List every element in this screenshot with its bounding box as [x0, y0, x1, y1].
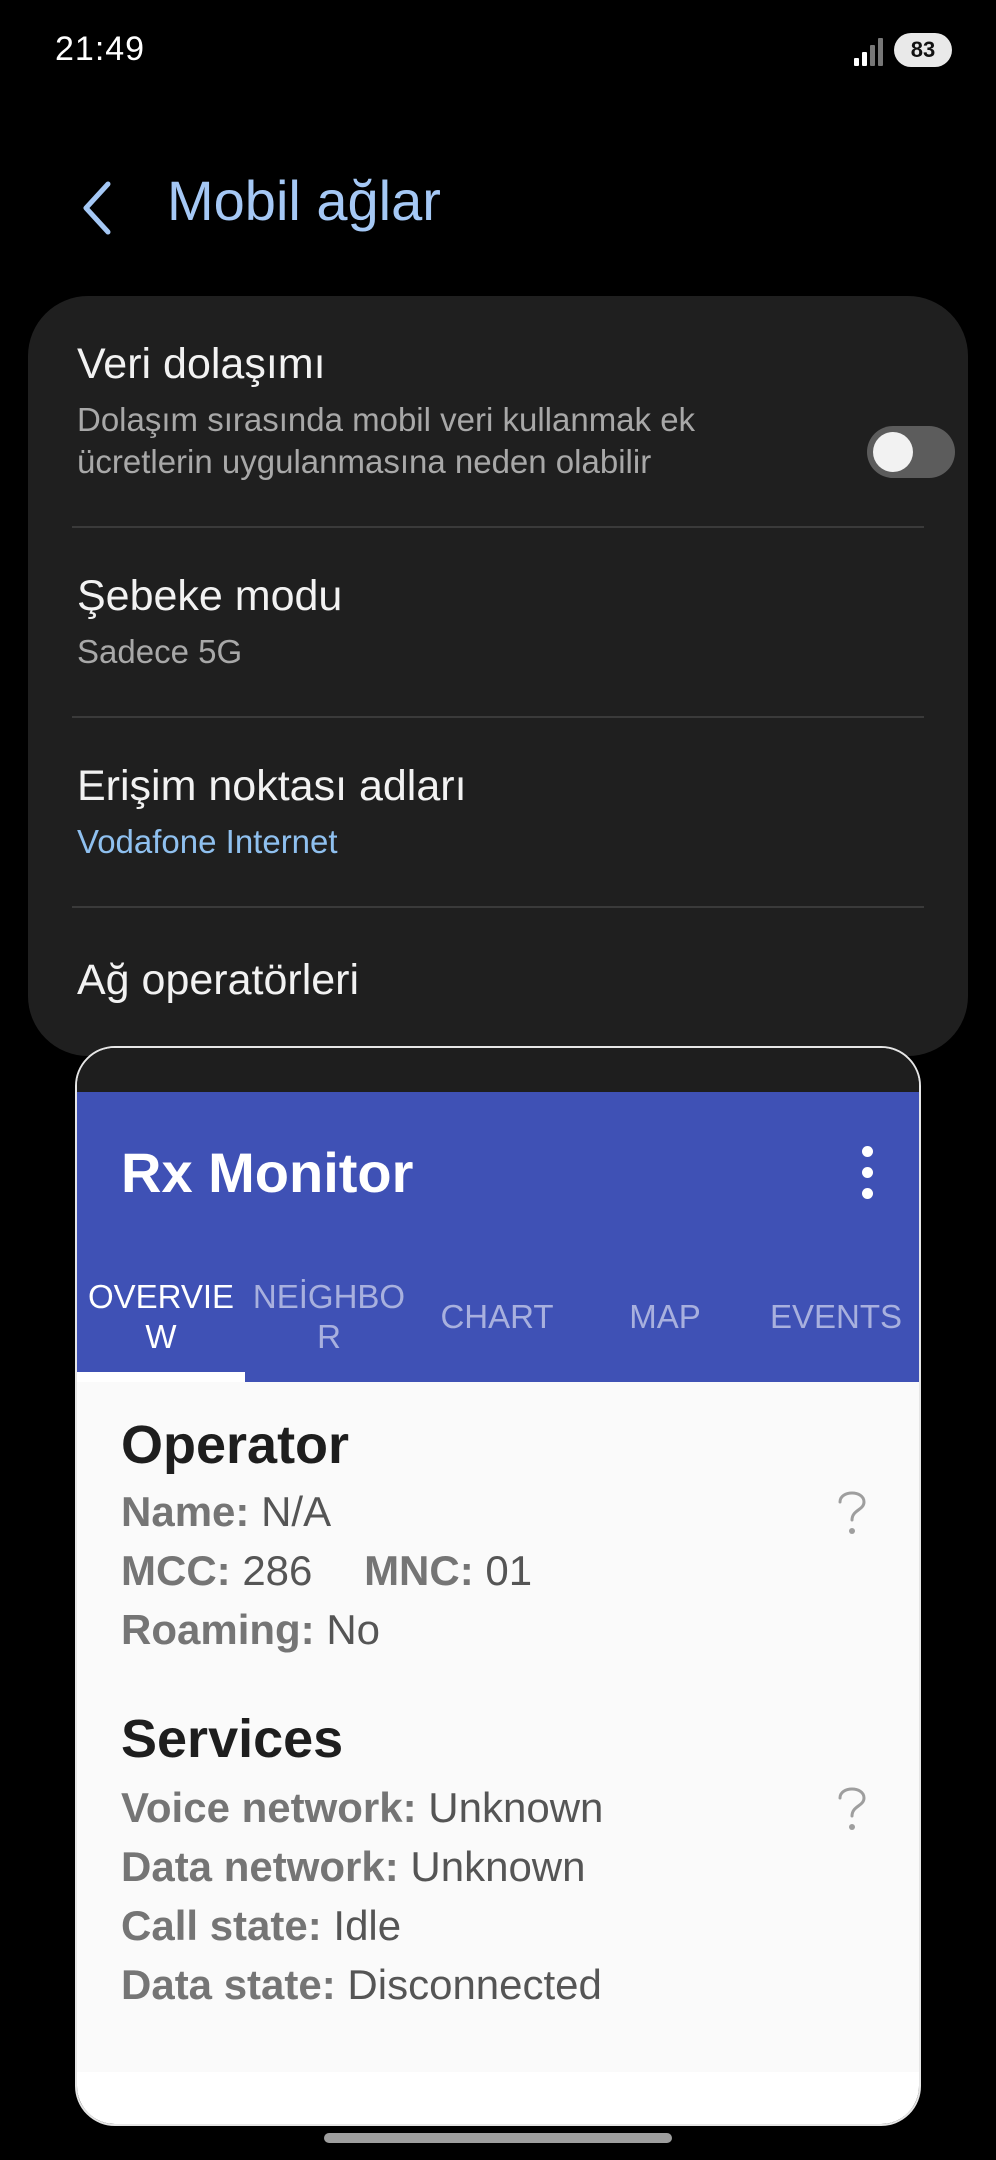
mnc-label: MNC: [364, 1547, 474, 1594]
operator-help-icon[interactable] [834, 1488, 870, 1538]
divider [72, 526, 924, 528]
tab-map-label: MAP [629, 1298, 701, 1335]
operator-name-row: Name: N/A [121, 1488, 331, 1536]
operator-name-label: Name: [121, 1488, 250, 1535]
status-time: 21:49 [55, 30, 146, 68]
network-operators-item[interactable]: Ağ operatörleri [77, 956, 937, 1005]
tab-neighbor-label: NEİGHBO R [252, 1278, 406, 1355]
voice-network-row: Voice network: Unknown [121, 1784, 603, 1832]
data-state-row: Data state: Disconnected [121, 1961, 602, 2009]
network-mode-value: Sadece 5G [77, 633, 243, 670]
tab-chart[interactable]: CHART [413, 1252, 581, 1382]
divider [72, 716, 924, 718]
tab-events-label: EVENTS [769, 1298, 903, 1335]
data-network-value: Unknown [410, 1843, 586, 1890]
rx-title: Rx Monitor [121, 1141, 414, 1204]
rx-app-bar: Rx Monitor [77, 1092, 919, 1252]
data-roaming-title: Veri dolaşımı [77, 340, 326, 388]
page-title: Mobil ağlar [167, 169, 441, 232]
mnc-value: 01 [485, 1547, 533, 1594]
status-bar: 21:49 83 [0, 0, 996, 100]
call-state-value: Idle [333, 1902, 402, 1949]
widget-bottom [77, 2072, 919, 2124]
more-vert-icon[interactable] [855, 1146, 879, 1200]
tab-overview[interactable]: OVERVIE W [77, 1252, 245, 1382]
toggle-knob [873, 432, 913, 472]
tab-chart-label: CHART [440, 1298, 554, 1335]
mcc-label: MCC: [121, 1547, 231, 1594]
voice-network-value: Unknown [428, 1784, 604, 1831]
services-section-title: Services [121, 1709, 344, 1769]
operator-mcc-mnc-row: MCC: 286 MNC: 01 [121, 1547, 532, 1595]
operator-section-title: Operator [121, 1415, 350, 1475]
network-operators-title: Ağ operatörleri [77, 956, 360, 1004]
network-mode-title: Şebeke modu [77, 572, 343, 620]
back-arrow-icon[interactable] [74, 176, 124, 240]
call-state-row: Call state: Idle [121, 1902, 401, 1950]
data-state-label: Data state: [121, 1961, 336, 2008]
data-network-label: Data network: [121, 1843, 399, 1890]
data-roaming-subtitle: Dolaşım sırasında mobil veri kullanmak e… [77, 401, 696, 480]
services-help-icon[interactable] [834, 1784, 870, 1834]
rx-overview-content: Operator Name: N/A MCC: 286 MNC: 01 Roam… [77, 1382, 919, 2072]
tab-events[interactable]: EVENTS [749, 1252, 919, 1382]
access-point-names-value: Vodafone Internet [77, 823, 338, 860]
call-state-label: Call state: [121, 1902, 322, 1949]
data-state-value: Disconnected [347, 1961, 602, 2008]
signal-icon [854, 36, 884, 66]
home-indicator[interactable] [324, 2133, 672, 2143]
battery-icon: 83 [894, 33, 952, 67]
rx-monitor-widget[interactable]: Rx Monitor OVERVIE W NEİGHBO R CHART MAP… [75, 1046, 921, 2126]
data-network-row: Data network: Unknown [121, 1843, 586, 1891]
access-point-names-title: Erişim noktası adları [77, 762, 467, 810]
tab-neighbor[interactable]: NEİGHBO R [245, 1252, 413, 1382]
tab-overview-label: OVERVIE W [87, 1278, 235, 1355]
rx-tab-bar: OVERVIE W NEİGHBO R CHART MAP EVENTS [77, 1252, 919, 1382]
data-roaming-item[interactable]: Veri dolaşımı Dolaşım sırasında mobil ve… [77, 340, 955, 483]
tab-map[interactable]: MAP [581, 1252, 749, 1382]
divider [72, 906, 924, 908]
network-mode-item[interactable]: Şebeke modu Sadece 5G [77, 572, 937, 673]
access-point-names-item[interactable]: Erişim noktası adları Vodafone Internet [77, 762, 937, 863]
settings-card: Veri dolaşımı Dolaşım sırasında mobil ve… [28, 296, 968, 1056]
voice-network-label: Voice network: [121, 1784, 417, 1831]
mcc-value: 286 [242, 1547, 313, 1594]
roaming-label: Roaming: [121, 1606, 315, 1653]
roaming-value: No [326, 1606, 381, 1653]
widget-top-strip [77, 1048, 919, 1092]
data-roaming-toggle[interactable] [867, 426, 955, 478]
operator-name-value: N/A [261, 1488, 332, 1535]
tab-indicator [77, 1372, 245, 1382]
operator-roaming-row: Roaming: No [121, 1606, 380, 1654]
